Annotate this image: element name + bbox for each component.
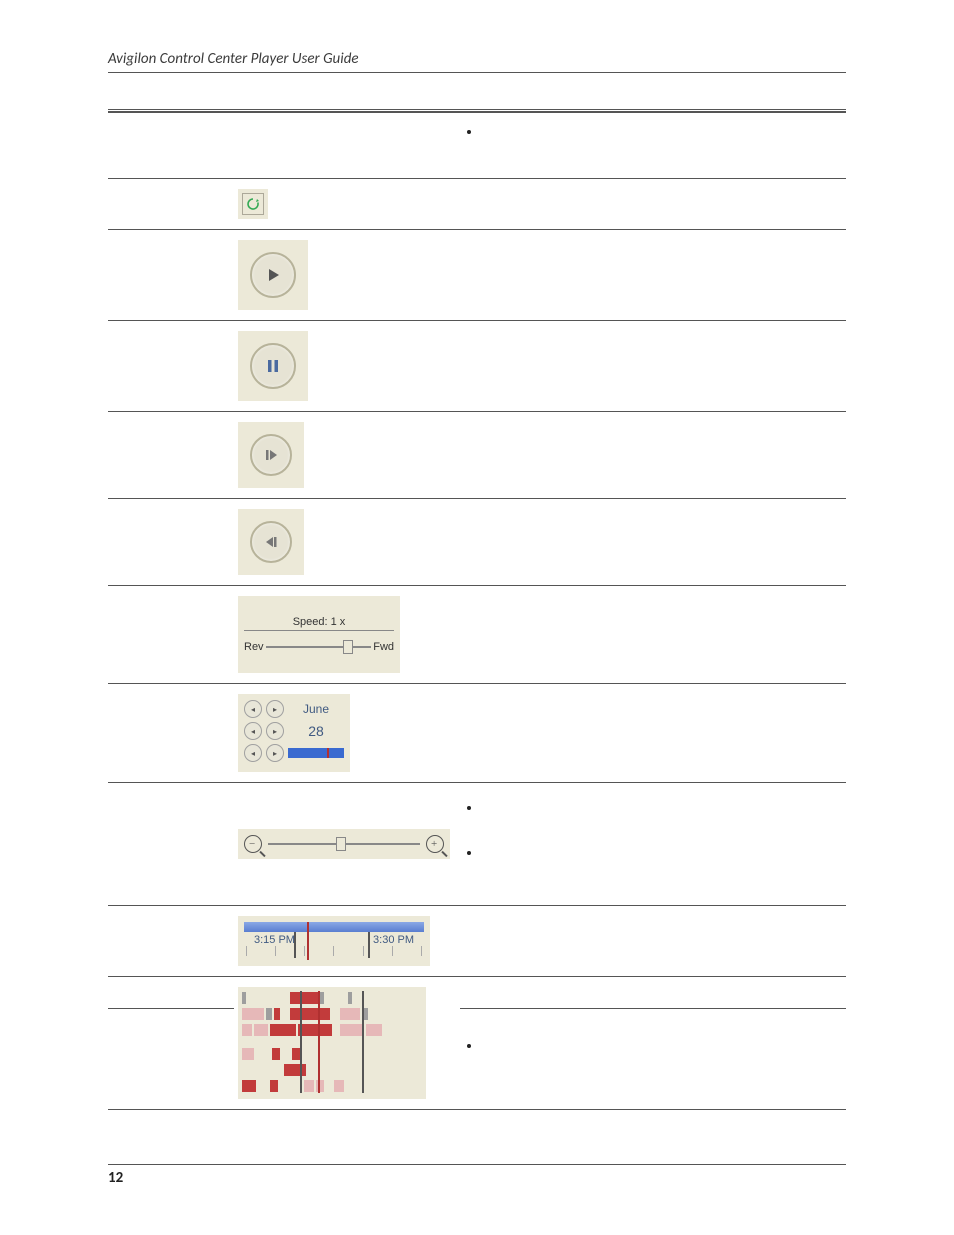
zoom-slider[interactable]: − + — [244, 835, 444, 853]
table-row — [108, 499, 846, 586]
loop-icon[interactable] — [242, 193, 264, 215]
prev-day-icon[interactable]: ◂ — [244, 722, 262, 740]
bullet-item — [482, 844, 838, 861]
next-day-icon[interactable]: ▸ — [266, 722, 284, 740]
zoom-thumb[interactable] — [336, 837, 346, 851]
step-forward-icon[interactable] — [250, 434, 292, 476]
prev-mark-icon[interactable]: ◂ — [244, 744, 262, 762]
timeline-time-1: 3:15 PM — [254, 934, 295, 946]
speed-thumb[interactable] — [343, 640, 353, 654]
table-row — [108, 179, 846, 230]
table-row — [108, 230, 846, 321]
speed-slider[interactable]: Speed: 1 x Rev Fwd — [244, 616, 394, 653]
running-head: Avigilon Control Center Player User Guid… — [108, 50, 846, 73]
motion-cursor[interactable] — [318, 991, 320, 1093]
table-row — [108, 321, 846, 412]
speed-label: Speed: 1 x — [244, 616, 394, 631]
table-row — [108, 977, 846, 1009]
table-row — [108, 113, 846, 179]
timeline-cursor[interactable] — [307, 922, 309, 960]
table-row — [108, 1009, 846, 1110]
bullet-item — [482, 123, 838, 140]
zoom-out-icon[interactable]: − — [244, 835, 262, 853]
table-row: 3:15 PM 3:30 PM — [108, 906, 846, 977]
speed-rev-label: Rev — [244, 641, 264, 653]
date-navigator[interactable]: ◂ ▸ June ◂ ▸ 28 ◂ ▸ — [244, 700, 344, 762]
controls-table: Speed: 1 x Rev Fwd — [108, 109, 846, 1110]
bullet-item — [482, 799, 838, 816]
month-label: June — [288, 702, 344, 716]
table-row: Speed: 1 x Rev Fwd — [108, 586, 846, 684]
table-row: − + — [108, 783, 846, 906]
table-row — [108, 412, 846, 499]
day-label: 28 — [288, 723, 344, 739]
motion-range-bracket[interactable] — [300, 991, 365, 1093]
step-back-icon[interactable] — [250, 521, 292, 563]
next-mark-icon[interactable]: ▸ — [266, 744, 284, 762]
bullet-item — [482, 1037, 838, 1054]
next-month-icon[interactable]: ▸ — [266, 700, 284, 718]
timeline-ruler[interactable]: 3:15 PM 3:30 PM — [244, 922, 424, 960]
table-row: ◂ ▸ June ◂ ▸ 28 ◂ ▸ — [108, 684, 846, 783]
timeline-time-2: 3:30 PM — [373, 934, 414, 946]
prev-month-icon[interactable]: ◂ — [244, 700, 262, 718]
play-icon[interactable] — [250, 252, 296, 298]
zoom-in-icon[interactable]: + — [426, 835, 444, 853]
page-number: 12 — [108, 1169, 123, 1187]
motion-bars — [242, 991, 422, 1093]
day-bar — [288, 748, 344, 758]
timeline-range-bracket[interactable] — [294, 932, 370, 958]
speed-fwd-label: Fwd — [373, 641, 394, 653]
pause-icon[interactable] — [250, 343, 296, 389]
